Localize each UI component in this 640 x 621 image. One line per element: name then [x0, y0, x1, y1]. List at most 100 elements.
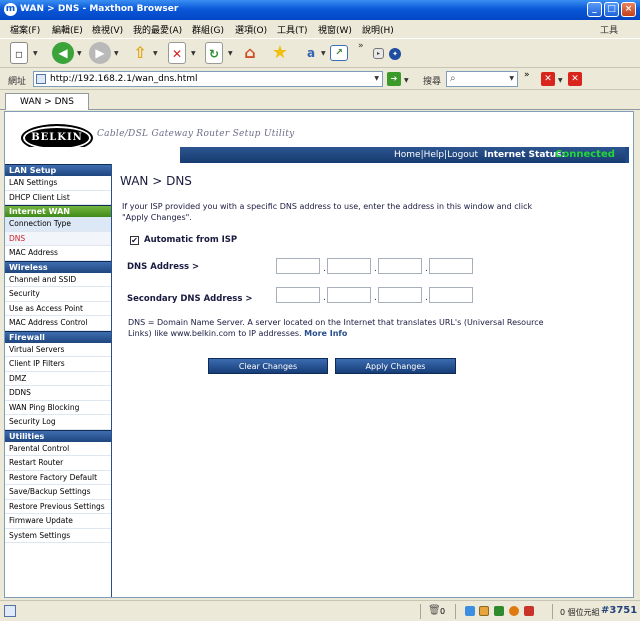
- chevron-down-icon[interactable]: ▼: [228, 50, 233, 57]
- rss-icon[interactable]: ▸: [373, 48, 384, 59]
- trash-icon[interactable]: 🗑: [428, 605, 441, 616]
- home-icon[interactable]: ⌂: [239, 42, 261, 64]
- sidebar-item-client-ip-filters[interactable]: Client IP Filters: [5, 357, 111, 372]
- screen-icon[interactable]: ↗: [330, 45, 348, 61]
- chevron-down-icon[interactable]: ▼: [321, 50, 326, 57]
- sidebar-item-save-backup-settings[interactable]: Save/Backup Settings: [5, 485, 111, 500]
- menu-view[interactable]: 檢視(V): [92, 23, 123, 36]
- chevron-down-icon[interactable]: ▼: [77, 50, 82, 57]
- page-icon: [36, 74, 46, 84]
- close-button[interactable]: ×: [621, 2, 636, 17]
- sidebar-item-parental-control[interactable]: Parental Control: [5, 442, 111, 456]
- dns-octet-2-input[interactable]: [327, 258, 371, 274]
- refresh-icon[interactable]: ↻: [205, 42, 223, 64]
- sidebar-item-restart-router[interactable]: Restart Router: [5, 456, 111, 471]
- search-input[interactable]: ⌕ ▼: [446, 71, 518, 87]
- sidebar-item-lan-settings[interactable]: LAN Settings: [5, 176, 111, 191]
- favorites-star-icon[interactable]: ★: [269, 42, 291, 64]
- flag-icon[interactable]: [524, 606, 534, 616]
- popup-blocker-icon[interactable]: [479, 606, 489, 616]
- help-link[interactable]: Help: [424, 150, 445, 160]
- dns-octet-3-input[interactable]: [378, 258, 422, 274]
- sidebar-item-firmware-update[interactable]: Firmware Update: [5, 514, 111, 529]
- close-tab-icon[interactable]: ✕: [541, 72, 555, 86]
- secondary-dns-octet-3-input[interactable]: [378, 287, 422, 303]
- clear-changes-button[interactable]: Clear Changes: [208, 358, 328, 374]
- chevron-down-icon[interactable]: ▼: [33, 50, 38, 57]
- url-text[interactable]: http://192.168.2.1/wan_dns.html: [50, 74, 198, 84]
- back-icon[interactable]: ◀: [52, 42, 74, 64]
- sidebar-item-restore-previous-settings[interactable]: Restore Previous Settings: [5, 500, 111, 514]
- sidebar-item-access-point[interactable]: Use as Access Point: [5, 302, 111, 316]
- menu-groups[interactable]: 群組(G): [192, 23, 224, 36]
- sidebar-item-channel-ssid[interactable]: Channel and SSID: [5, 273, 111, 287]
- chevron-down-icon[interactable]: ▼: [558, 77, 563, 84]
- overflow-chevron-icon[interactable]: »: [524, 70, 530, 80]
- intro-text: If your ISP provided you with a specific…: [122, 202, 533, 222]
- home-link[interactable]: Home: [394, 150, 421, 160]
- ip-dot: .: [323, 264, 326, 274]
- sidebar-item-system-settings[interactable]: System Settings: [5, 529, 111, 543]
- dns-octet-1-input[interactable]: [276, 258, 320, 274]
- sidebar-item-dmz[interactable]: DMZ: [5, 372, 111, 386]
- apply-changes-button[interactable]: Apply Changes: [335, 358, 456, 374]
- ip-dot: .: [323, 293, 326, 303]
- sidebar-item-wan-ping-blocking[interactable]: WAN Ping Blocking: [5, 401, 111, 415]
- watermark: #3751: [601, 605, 638, 616]
- network-icon[interactable]: [465, 606, 475, 616]
- up-icon[interactable]: ⇧: [129, 42, 151, 64]
- sidebar-item-connection-type[interactable]: Connection Type: [5, 217, 111, 232]
- menu-edit[interactable]: 編輯(E): [52, 23, 83, 36]
- chevron-down-icon[interactable]: ▼: [404, 77, 409, 84]
- secondary-dns-octet-2-input[interactable]: [327, 287, 371, 303]
- chevron-down-icon[interactable]: ▼: [374, 75, 379, 82]
- address-bar: 網址 http://192.168.2.1/wan_dns.html ▼ ➔ ▼…: [0, 68, 640, 90]
- forward-icon[interactable]: ▶: [89, 42, 111, 64]
- minimize-button[interactable]: _: [587, 2, 602, 17]
- menu-window[interactable]: 視窗(W): [318, 23, 352, 36]
- dns-note: DNS = Domain Name Server. A server locat…: [128, 317, 548, 339]
- section-utilities: Utilities: [5, 429, 111, 442]
- dns-octet-4-input[interactable]: [429, 258, 473, 274]
- overflow-chevron-icon[interactable]: »: [358, 41, 364, 51]
- sidebar-item-mac-address[interactable]: MAC Address: [5, 246, 111, 261]
- sidebar-item-virtual-servers[interactable]: Virtual Servers: [5, 343, 111, 357]
- secondary-dns-octet-4-input[interactable]: [429, 287, 473, 303]
- menu-bar: 檔案(F) 編輯(E) 檢視(V) 我的最愛(A) 群組(G) 選項(O) 工具…: [0, 20, 640, 38]
- new-page-icon[interactable]: ▫: [10, 42, 28, 64]
- maximize-button[interactable]: □: [604, 2, 619, 17]
- auto-isp-checkbox[interactable]: ✔: [130, 236, 139, 245]
- go-button[interactable]: ➔: [387, 72, 401, 86]
- sidebar-item-security-log[interactable]: Security Log: [5, 415, 111, 430]
- menu-options[interactable]: 選項(O): [235, 23, 267, 36]
- sidebar-item-dhcp-client-list[interactable]: DHCP Client List: [5, 191, 111, 205]
- auto-isp-row: ✔ Automatic from ISP: [130, 235, 237, 245]
- secondary-dns-octet-1-input[interactable]: [276, 287, 320, 303]
- sidebar-item-mac-address-control[interactable]: MAC Address Control: [5, 316, 111, 331]
- compass-icon[interactable]: ✦: [389, 48, 401, 60]
- chevron-down-icon[interactable]: ▼: [114, 50, 119, 57]
- sidebar-item-ddns[interactable]: DDNS: [5, 386, 111, 401]
- translate-icon[interactable]: a: [300, 42, 322, 64]
- stop-icon[interactable]: ✕: [168, 42, 186, 64]
- settings-icon[interactable]: [509, 606, 519, 616]
- page-viewport: BELKIN Cable/DSL Gateway Router Setup Ut…: [4, 111, 634, 598]
- chevron-down-icon[interactable]: ▼: [509, 75, 514, 82]
- close-all-icon[interactable]: ✕: [568, 72, 582, 86]
- sidebar-item-restore-factory-default[interactable]: Restore Factory Default: [5, 471, 111, 485]
- ad-filter-icon[interactable]: [494, 606, 504, 616]
- menu-help[interactable]: 說明(H): [362, 23, 394, 36]
- search-icon: ⌕: [450, 73, 456, 84]
- tab-wan-dns[interactable]: WAN > DNS: [5, 93, 89, 110]
- auto-isp-label[interactable]: Automatic from ISP: [144, 235, 237, 245]
- chevron-down-icon[interactable]: ▼: [191, 50, 196, 57]
- url-input[interactable]: http://192.168.2.1/wan_dns.html ▼: [33, 71, 383, 87]
- sidebar-item-dns[interactable]: DNS: [5, 231, 111, 246]
- more-info-link[interactable]: More Info: [304, 329, 347, 338]
- menu-tools[interactable]: 工具(T): [277, 23, 308, 36]
- sidebar-item-security[interactable]: Security: [5, 287, 111, 302]
- logout-link[interactable]: Logout: [447, 150, 478, 160]
- menu-favorites[interactable]: 我的最愛(A): [133, 23, 182, 36]
- menu-file[interactable]: 檔案(F): [10, 23, 40, 36]
- chevron-down-icon[interactable]: ▼: [153, 50, 158, 57]
